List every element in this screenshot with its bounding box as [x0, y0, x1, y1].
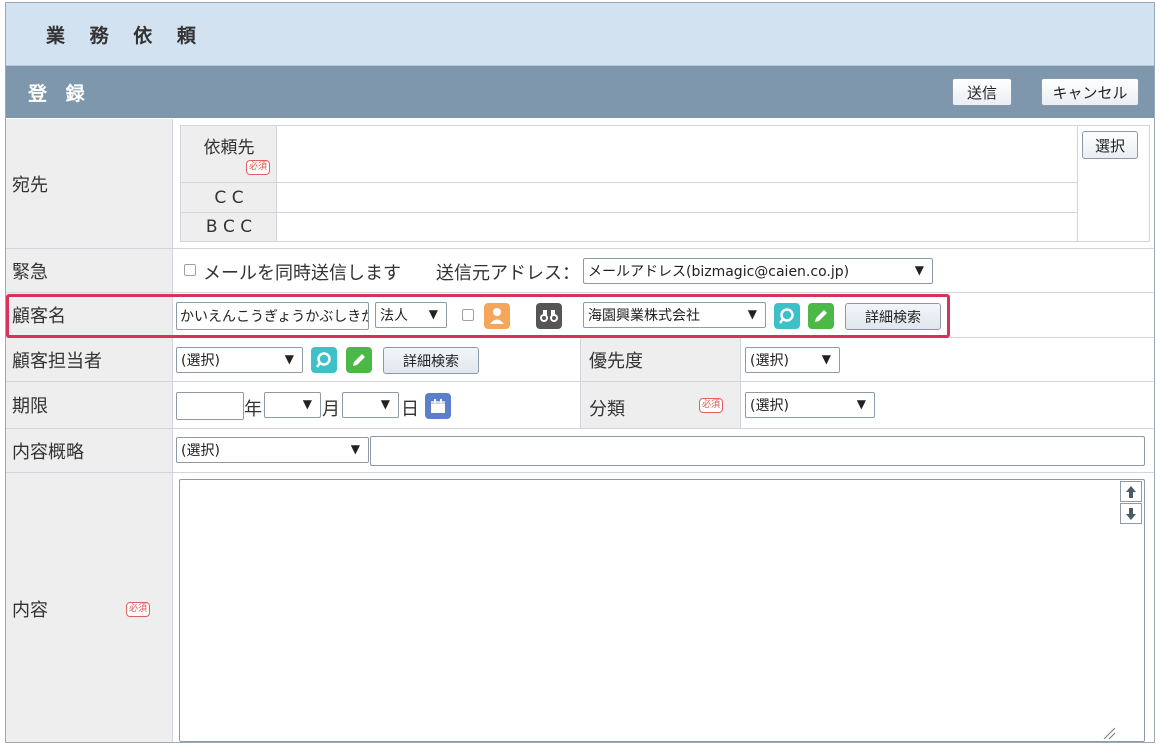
bcc-field[interactable]: [277, 213, 1077, 241]
customer-label: 顧客名: [6, 293, 173, 337]
content-header: 内容 必須: [6, 473, 173, 742]
page-title: 業 務 依 頼: [46, 24, 205, 47]
customer-type-value: 法人: [380, 308, 408, 324]
content-row: 内容 必須: [6, 473, 1154, 742]
contact-row: 顧客担当者 (選択) ▼ 詳細検索 優先度 (選択) ▼: [6, 338, 1154, 382]
priority-select[interactable]: (選択) ▼: [745, 347, 840, 373]
section-title: 登 録: [28, 82, 91, 105]
customer-row: 顧客名 かいえんこうぎょうかぶしきが 法人 ▼ 海園興業株式会社 ▼ 詳細検索: [6, 293, 1154, 338]
detail-search-button[interactable]: 詳細検索: [845, 303, 941, 330]
customer-checkbox[interactable]: [462, 309, 474, 321]
arrow-down-icon: ▼: [747, 307, 757, 321]
resize-grip-icon[interactable]: [1102, 725, 1116, 740]
required-badge: 必須: [245, 160, 270, 175]
summary-text-input[interactable]: [370, 436, 1145, 466]
arrow-down-icon: ▼: [821, 352, 831, 366]
scroll-down-icon[interactable]: [1120, 503, 1142, 524]
month-select[interactable]: ▼: [264, 392, 321, 418]
priority-label: 優先度: [580, 338, 741, 381]
arrow-down-icon: ▼: [302, 397, 312, 411]
binoculars-icon[interactable]: [536, 303, 562, 329]
request-to-label: 依頼先: [203, 138, 255, 158]
section-header: 登 録 送信 キャンセル: [6, 66, 1154, 118]
calendar-icon[interactable]: [425, 393, 451, 419]
year-input[interactable]: [176, 392, 244, 420]
year-suffix: 年: [244, 399, 262, 420]
content-textarea[interactable]: [179, 479, 1145, 742]
deadline-label: 期限: [6, 382, 173, 428]
window-title-bar: 業 務 依 頼: [6, 3, 1154, 66]
required-badge: 必須: [699, 398, 724, 413]
contact-label: 顧客担当者: [6, 338, 173, 381]
bcc-label: B C C: [205, 217, 253, 237]
send-button[interactable]: 送信: [952, 78, 1012, 106]
business-request-window: 業 務 依 頼 登 録 送信 キャンセル 宛先 依頼先 必須 C C B C C…: [5, 2, 1155, 743]
sender-address-select[interactable]: メールアドレス(bizmagic@caien.co.jp) ▼: [583, 258, 933, 284]
arrow-down-icon: ▼: [428, 307, 438, 321]
category-header: 分類 必須: [580, 382, 741, 428]
month-suffix: 月: [322, 399, 340, 420]
person-icon[interactable]: [484, 303, 510, 329]
send-mail-checkbox[interactable]: [184, 264, 196, 276]
edit-pencil-icon[interactable]: [808, 303, 834, 329]
category-select[interactable]: (選択) ▼: [745, 392, 875, 418]
customer-name-input[interactable]: かいえんこうぎょうかぶしきが: [176, 302, 369, 330]
edit-pencil-icon[interactable]: [346, 347, 372, 373]
recipients-label: 宛先: [6, 119, 173, 248]
sender-address-label: 送信元アドレス：: [436, 263, 580, 284]
priority-value: (選択): [750, 353, 789, 369]
customer-type-select[interactable]: 法人 ▼: [375, 302, 447, 328]
company-select[interactable]: 海園興業株式会社 ▼: [583, 302, 766, 328]
category-value: (選択): [750, 398, 789, 414]
day-suffix: 日: [401, 399, 419, 420]
scroll-up-icon[interactable]: [1120, 481, 1142, 502]
arrow-down-icon: ▼: [380, 397, 390, 411]
category-label: 分類: [589, 399, 625, 420]
arrow-down-icon: ▼: [350, 442, 360, 456]
search-icon[interactable]: [311, 347, 337, 373]
deadline-row: 期限 年 ▼ 月 ▼ 日 分類 必須 (選択) ▼: [6, 382, 1154, 429]
summary-select-value: (選択): [181, 443, 220, 459]
recipients-row: 宛先 依頼先 必須 C C B C C 選択: [6, 119, 1154, 249]
request-to-header: 依頼先 必須: [181, 126, 277, 183]
cc-label: C C: [181, 183, 277, 213]
select-recipients-button[interactable]: 選択: [1082, 131, 1138, 159]
summary-select[interactable]: (選択) ▼: [176, 437, 369, 463]
required-badge: 必須: [126, 602, 151, 617]
recipients-table: 依頼先 必須 C C B C C: [180, 125, 1078, 242]
contact-select-value: (選択): [181, 353, 220, 369]
cancel-button[interactable]: キャンセル: [1041, 78, 1139, 106]
sender-address-value: メールアドレス(bizmagic@caien.co.jp): [588, 264, 850, 280]
arrow-down-icon: ▼: [284, 352, 294, 366]
content-label: 内容: [12, 599, 48, 621]
urgent-row: 緊急 メールを同時送信します 送信元アドレス： メールアドレス(bizmagic…: [6, 249, 1154, 293]
urgent-label: 緊急: [6, 249, 173, 292]
day-select[interactable]: ▼: [342, 392, 399, 418]
contact-select[interactable]: (選択) ▼: [176, 347, 303, 373]
arrow-down-icon: ▼: [856, 397, 866, 411]
search-icon[interactable]: [774, 303, 800, 329]
summary-row: 内容概略 (選択) ▼: [6, 429, 1154, 473]
company-value: 海園興業株式会社: [588, 308, 700, 324]
send-mail-label: メールを同時送信します: [203, 263, 401, 284]
summary-label: 内容概略: [6, 429, 173, 472]
arrow-down-icon: ▼: [914, 263, 924, 277]
cc-field[interactable]: [277, 183, 1077, 213]
request-to-field[interactable]: [277, 126, 1077, 183]
contact-detail-search-button[interactable]: 詳細検索: [383, 347, 479, 374]
